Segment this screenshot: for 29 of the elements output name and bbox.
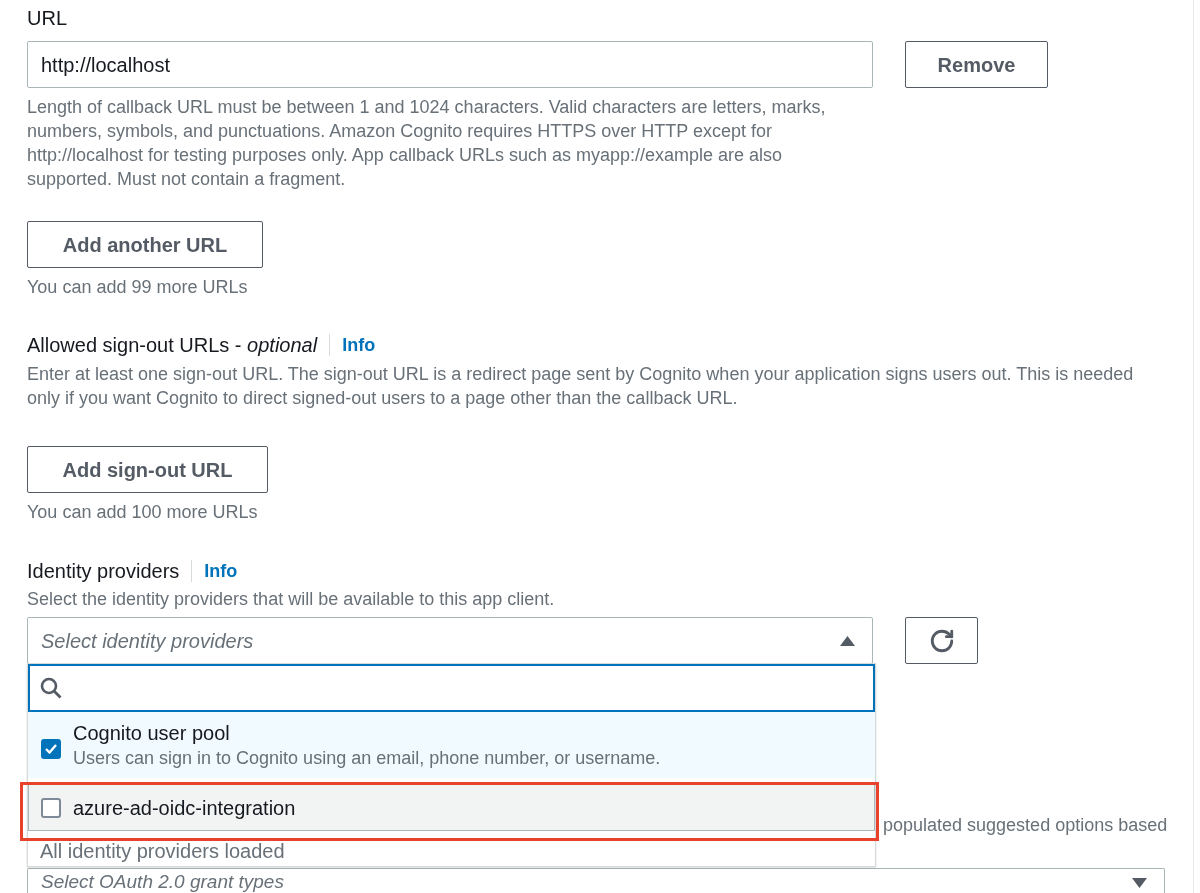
- select-field[interactable]: Select OAuth 2.0 grant types: [27, 868, 1165, 893]
- field-label: Identity providers: [27, 559, 180, 583]
- description-text: Enter at least one sign-out URL. The sign-out URL is a redirect page sent by Cognito when your application signs users out. This is needed only if you want Cognito to direct signed-out users to a page other than the callback URL.: [27, 363, 1135, 410]
- refresh-button[interactable]: [905, 617, 978, 664]
- checkbox[interactable]: [41, 739, 61, 759]
- refresh-icon: [928, 627, 955, 654]
- info-link[interactable]: Info: [204, 559, 238, 583]
- description-text: You can add 99 more URLs: [27, 276, 248, 299]
- description-text: You can add 100 more URLs: [27, 501, 258, 524]
- dropdown-option[interactable]: Cognito user pool Users can sign in to Cognito using an email, phone number, or username.: [28, 712, 875, 778]
- option-label: Cognito user pool: [73, 721, 231, 745]
- option-description: Users can sign in to Cognito using an email, phone number, or username.: [73, 747, 661, 769]
- add-sign-out-url-button[interactable]: Add sign-out URL: [27, 446, 268, 493]
- remove-button[interactable]: Remove: [905, 41, 1048, 88]
- search-field[interactable]: [28, 664, 875, 712]
- url-input[interactable]: http://localhost: [27, 41, 873, 88]
- search-icon: [40, 677, 62, 699]
- description-text: populated suggested options based: [883, 814, 1168, 837]
- field-label: Allowed sign-out URLs - optional: [27, 333, 318, 357]
- checkbox[interactable]: [41, 797, 61, 818]
- option-label: azure-ad-oidc-integration: [73, 795, 296, 820]
- description-text: Select the identity providers that will be available to this app client.: [27, 588, 555, 611]
- status-text: All identity providers loaded: [40, 839, 285, 863]
- checkmark-icon: [45, 744, 57, 754]
- info-link[interactable]: Info: [342, 333, 376, 357]
- dropdown-option[interactable]: azure-ad-oidc-integration: [28, 784, 875, 831]
- add-url-button[interactable]: Add another URL: [27, 221, 263, 268]
- description-text: Length of callback URL must be between 1 and 1024 characters. Valid characters are letters, marks, numbers, symbols, and punctuations. Amazon Cognito requires HTTPS over HTTP except for http://localhost for testing purposes only. App callback URLs such as myapp://example are also supported. Must not contain a fragment.: [27, 96, 827, 191]
- field-label: URL: [27, 6, 67, 30]
